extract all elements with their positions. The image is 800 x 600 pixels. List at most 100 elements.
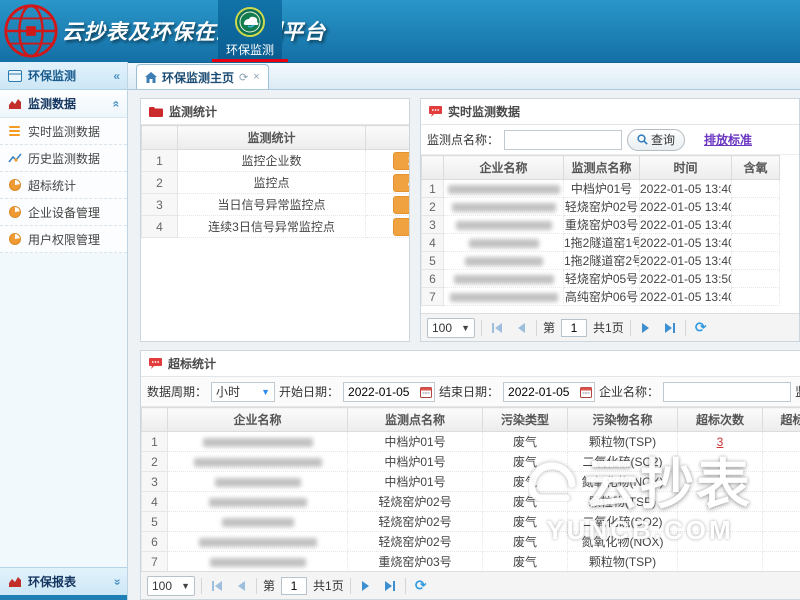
search-button[interactable]: 查询 — [627, 129, 685, 151]
period-select[interactable]: 小时▼ — [211, 382, 275, 402]
cell-oxygen — [732, 270, 780, 288]
table-row[interactable]: 1 中档炉01号 废气 颗粒物(TSP) 3 — [142, 432, 800, 452]
calendar-icon[interactable] — [420, 386, 432, 398]
cell-company-name — [444, 270, 564, 288]
table-row[interactable]: 7 重烧窑炉03号 废气 颗粒物(TSP) — [142, 552, 800, 572]
point-name-input[interactable] — [504, 130, 622, 150]
cell-time: 2022-01-05 13:40 — [640, 234, 732, 252]
tab-refresh-icon[interactable]: ⟳ — [239, 71, 248, 84]
sidebar-header[interactable]: 环保监测 « — [0, 62, 127, 90]
company-name-input[interactable] — [663, 382, 791, 402]
table-row[interactable]: 1 中档炉01号 2022-01-05 13:40 — [422, 180, 780, 198]
page-prefix: 第 — [263, 577, 275, 594]
next-page-button[interactable] — [637, 319, 655, 337]
table-row[interactable]: 3 当日信号异常监控点 1 — [142, 194, 411, 216]
table-row[interactable]: 7 高纯窑炉06号 2022-01-05 13:40 — [422, 288, 780, 306]
table-row[interactable]: 2 中档炉01号 废气 二氧化硫(SO2) — [142, 452, 800, 472]
prev-page-button[interactable] — [512, 319, 530, 337]
page-number-input[interactable] — [561, 319, 587, 337]
cell-row-number: 2 — [142, 172, 178, 194]
column-header: 企业名称 — [168, 408, 348, 432]
cell-oxygen — [732, 252, 780, 270]
cell-pollutant-name: 二氧化硫(SO2) — [568, 452, 678, 472]
cell-pollutant-name: 氮氧化物(NOX) — [568, 472, 678, 492]
sidebar-group-monitor-data[interactable]: 监测数据 « — [0, 90, 127, 118]
page-size-select[interactable]: 100▼ — [427, 318, 475, 338]
next-page-button[interactable] — [357, 577, 375, 595]
tab-env-home[interactable]: 环保监测主页 ⟳ × — [136, 64, 269, 89]
tab-close-icon[interactable]: × — [253, 71, 259, 83]
sidebar-bottom-bar — [0, 595, 127, 600]
sidebar-group-env-report[interactable]: 环保报表 « — [0, 567, 127, 595]
divider — [405, 578, 406, 594]
table-row[interactable]: 2 轻烧窑炉02号 2022-01-05 13:40 — [422, 198, 780, 216]
sidebar-item-device-mgmt[interactable]: 企业设备管理 — [0, 199, 127, 226]
prev-page-button[interactable] — [232, 577, 250, 595]
sidebar-collapse-icon[interactable]: « — [113, 69, 120, 83]
tab-bar: 环保监测主页 ⟳ × — [128, 62, 800, 90]
table-row[interactable]: 3 中档炉01号 废气 氮氧化物(NOX) — [142, 472, 800, 492]
cell-point-name: 轻烧窑炉05号 — [564, 270, 640, 288]
window-icon — [7, 69, 22, 83]
pie-chart-icon — [7, 205, 22, 219]
redacted-text — [215, 478, 301, 487]
cell-detail — [763, 492, 800, 512]
cell-pollution-type: 废气 — [483, 452, 568, 472]
area-chart-icon — [7, 97, 22, 111]
table-row[interactable]: 4 连续3日信号异常监控点 0 — [142, 216, 411, 238]
last-page-button[interactable] — [661, 319, 679, 337]
table-row[interactable]: 3 重烧窑炉03号 2022-01-05 13:40 — [422, 216, 780, 234]
table-row[interactable]: 1 监控企业数 24 — [142, 150, 411, 172]
cell-point-name: 中档炉01号 — [348, 432, 483, 452]
cell-exceed-count — [678, 452, 763, 472]
exceed-pager: 100▼ 第 共1页 ⟳ — [141, 571, 800, 599]
table-row[interactable]: 4 轻烧窑炉02号 废气 颗粒物(TSP) — [142, 492, 800, 512]
divider — [481, 320, 482, 336]
sidebar-item-history-data[interactable]: 历史监测数据 — [0, 145, 127, 172]
column-header: 含氧 — [732, 156, 780, 180]
column-header: 超标 — [763, 408, 800, 432]
table-row[interactable]: 5 1拖2隧道窑2号 2022-01-05 13:40 — [422, 252, 780, 270]
table-row[interactable]: 5 轻烧窑炉02号 废气 二氧化硫(SO2) — [142, 512, 800, 532]
sidebar-item-realtime-data[interactable]: 实时监测数据 — [0, 118, 127, 145]
exceed-count-link[interactable]: 3 — [717, 435, 724, 449]
redacted-text — [452, 203, 556, 212]
tab-label: 环保监测主页 — [162, 69, 234, 86]
chevron-down-icon: ▼ — [461, 323, 470, 333]
first-page-button[interactable] — [208, 577, 226, 595]
refresh-icon[interactable]: ⟳ — [412, 577, 430, 595]
first-page-button[interactable] — [488, 319, 506, 337]
table-row[interactable]: 6 轻烧窑炉02号 废气 氮氧化物(NOX) — [142, 532, 800, 552]
divider — [536, 320, 537, 336]
table-row[interactable]: 6 轻烧窑炉05号 2022-01-05 13:50 — [422, 270, 780, 288]
page-size-select[interactable]: 100▼ — [147, 576, 195, 596]
emission-standards-link[interactable]: 排放标准 — [704, 131, 752, 148]
cell-oxygen — [732, 216, 780, 234]
redacted-text — [209, 498, 307, 507]
folder-icon — [149, 106, 163, 117]
monitor-stats-table: 监测统计 1 监控企业数 24 — [141, 125, 410, 238]
table-row[interactable]: 4 1拖2隧道窑1号 2022-01-05 13:40 — [422, 234, 780, 252]
module-tab-env-monitor[interactable]: 环保监测 — [218, 0, 282, 62]
search-icon — [637, 134, 648, 145]
refresh-icon[interactable]: ⟳ — [692, 319, 710, 337]
cell-company-name — [444, 180, 564, 198]
last-page-button[interactable] — [381, 577, 399, 595]
sidebar-bottom: 环保报表 « — [0, 567, 127, 600]
page-number-input[interactable] — [281, 577, 307, 595]
cell-pollution-type: 废气 — [483, 432, 568, 452]
table-header-row: 企业名称监测点名称时间含氧 — [422, 156, 780, 180]
cell-point-name: 中档炉01号 — [564, 180, 640, 198]
column-header: 超标次数 — [678, 408, 763, 432]
sidebar-item-user-rights[interactable]: 用户权限管理 — [0, 226, 127, 253]
chevron-up-icon[interactable]: « — [113, 97, 120, 111]
cell-point-name: 中档炉01号 — [348, 472, 483, 492]
chevron-down-icon[interactable]: « — [113, 575, 120, 589]
panel-realtime-data: 实时监测数据 监测点名称： 查询 排放标准 — [420, 98, 800, 342]
calendar-icon[interactable] — [580, 386, 592, 398]
cell-pollutant-name: 氮氧化物(NOX) — [568, 532, 678, 552]
cell-stat-label: 监控企业数 — [178, 150, 366, 172]
sidebar-item-exceed-stats[interactable]: 超标统计 — [0, 172, 127, 199]
app-header: 云抄表及环保在线监测平台 环保监测 — [0, 0, 800, 62]
table-row[interactable]: 2 监控点 42 — [142, 172, 411, 194]
